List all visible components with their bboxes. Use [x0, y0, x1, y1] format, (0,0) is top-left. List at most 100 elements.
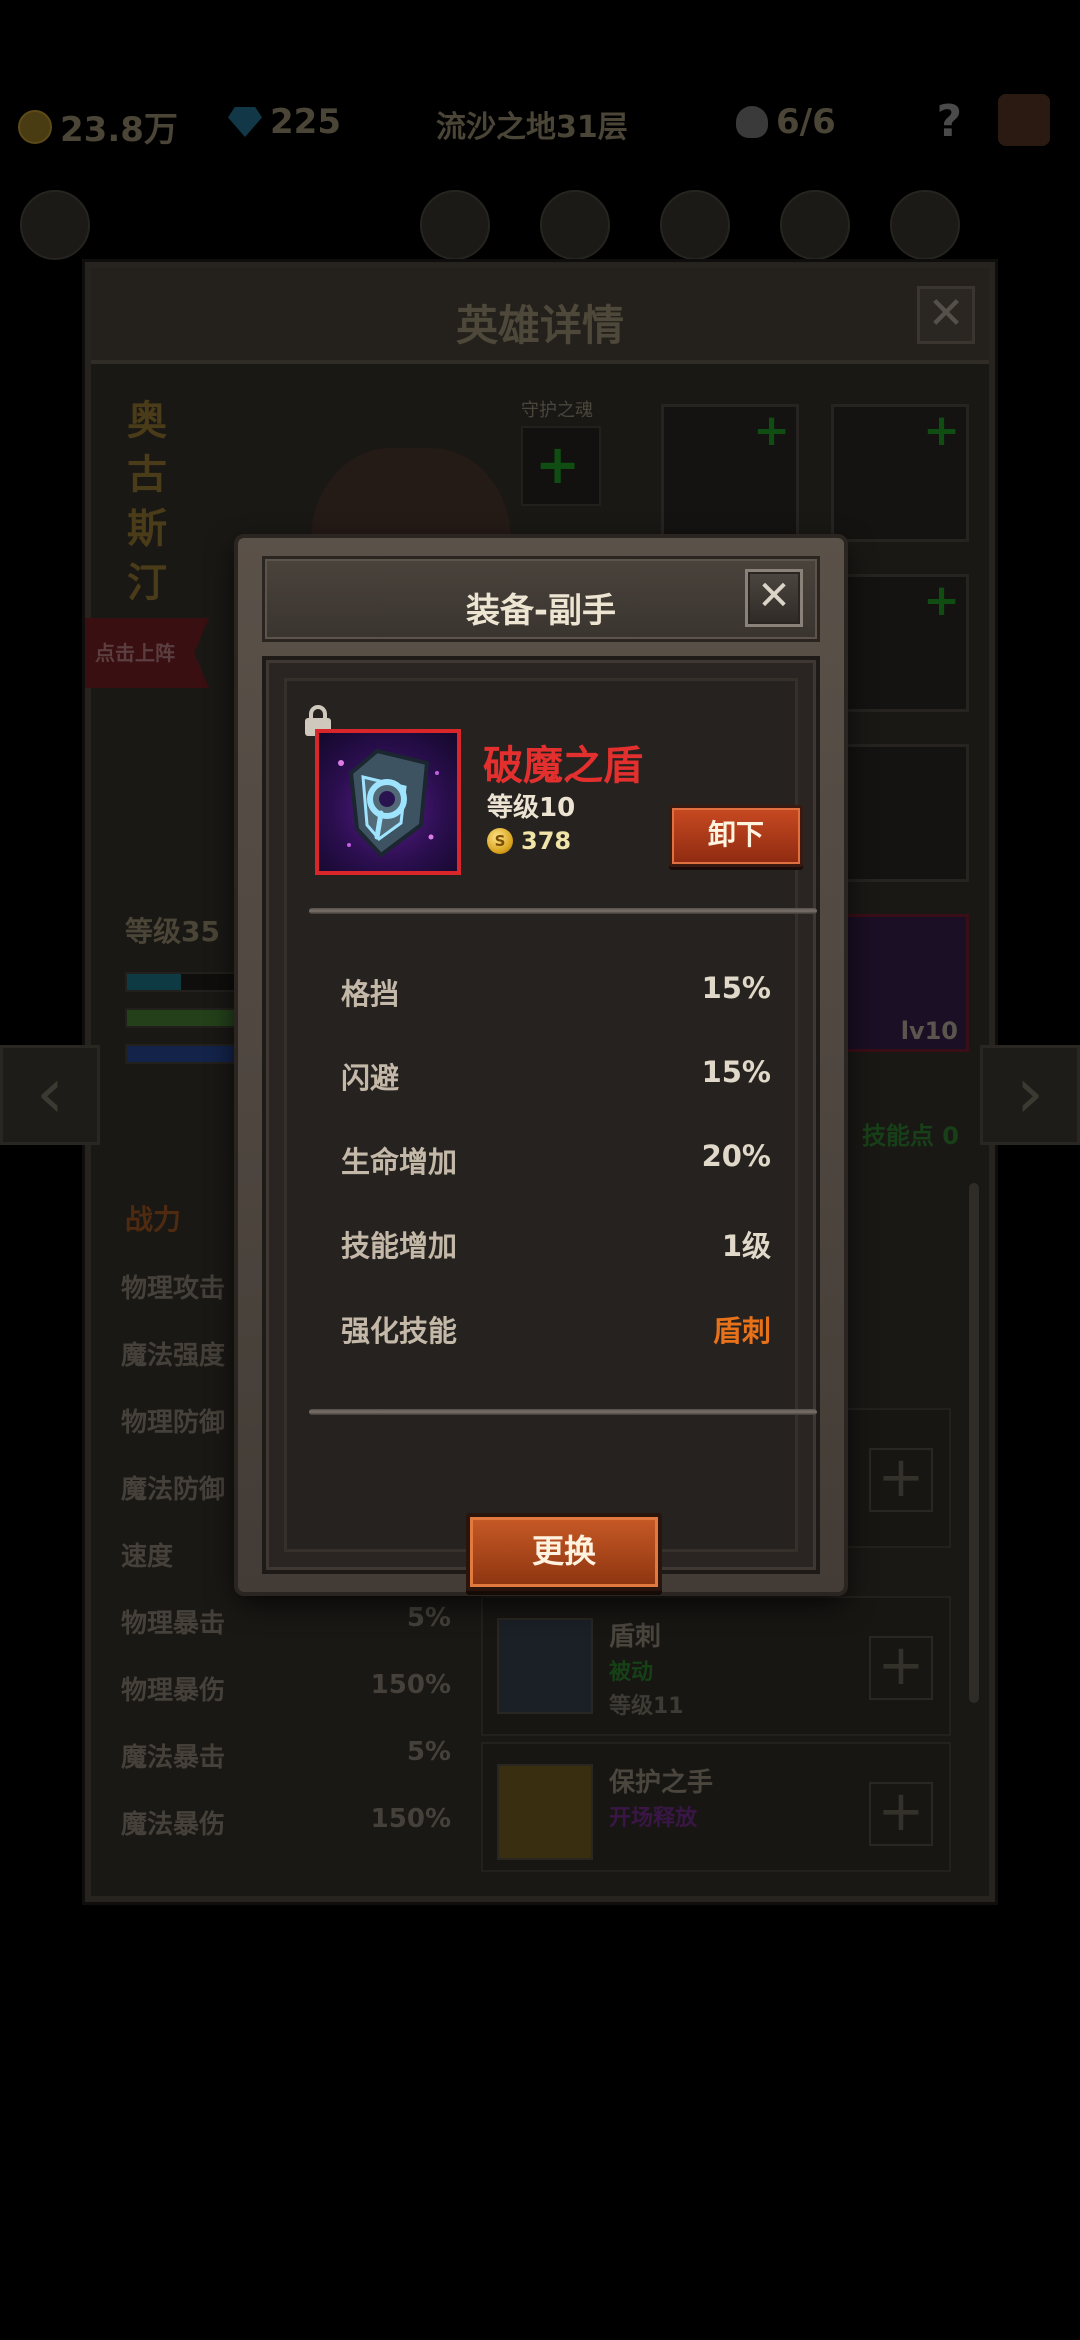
add-icon: +: [923, 575, 960, 626]
hero-avatar[interactable]: [420, 190, 490, 260]
hero-avatar[interactable]: [890, 190, 960, 260]
item-price-value: 378: [521, 827, 572, 855]
help-icon[interactable]: ?: [936, 96, 962, 147]
gem-amount: 225: [270, 102, 341, 142]
unequip-button[interactable]: 卸下: [669, 805, 803, 867]
hero-avatar-strip: [20, 190, 1040, 260]
dialog-close-button[interactable]: ✕: [745, 569, 803, 627]
next-hero-button[interactable]: ›: [980, 1045, 1080, 1145]
hero-level: 等级35: [125, 915, 220, 948]
gold-amount: 23.8万: [60, 110, 178, 150]
stat-row: 物理暴击 5%: [121, 1603, 451, 1640]
hero-avatar[interactable]: [780, 190, 850, 260]
divider: [309, 908, 817, 914]
skill-card[interactable]: 盾刺 被动 等级11 +: [481, 1596, 951, 1736]
stat-label: 魔法暴伤: [121, 1810, 226, 1840]
top-bar: 23.8万 225 流沙之地31层 6/6 ?: [0, 90, 1080, 160]
skill-type: 被动: [609, 1660, 654, 1685]
corner-menu-icon[interactable]: [998, 94, 1050, 146]
equip-slot[interactable]: [831, 744, 969, 882]
stat-row: 魔法暴击 5%: [121, 1737, 451, 1774]
add-icon: +: [535, 433, 581, 496]
add-icon: +: [753, 405, 790, 456]
add-skill-button[interactable]: +: [869, 1782, 933, 1846]
hero-detail-title: 英雄详情: [455, 301, 624, 350]
shield-item-icon: [338, 748, 439, 858]
attribute-value: 盾刺: [712, 1314, 771, 1348]
stat-value: 150%: [370, 1670, 451, 1700]
attribute-value: 15%: [701, 1055, 771, 1089]
stat-label: 物理暴伤: [121, 1676, 226, 1706]
protect-hand-skill-icon: [497, 1764, 593, 1860]
shield-spike-skill-icon: [497, 1618, 593, 1714]
attribute-value: 1级: [721, 1229, 771, 1263]
gold-counter: 23.8万: [18, 102, 178, 151]
skill-name: 保护之手: [609, 1768, 714, 1798]
stage-name: 流沙之地31层: [436, 110, 628, 145]
dialog-header: 装备-副手 ✕: [262, 556, 820, 642]
stat-label: 物理攻击: [121, 1274, 226, 1304]
hero-name: 奥古斯汀: [127, 398, 167, 606]
equipped-offhand-slot[interactable]: lv10: [831, 914, 969, 1052]
divider: [309, 1409, 817, 1415]
coin-icon: S: [487, 828, 513, 854]
hero-detail-header: 英雄详情 ✕: [91, 268, 989, 364]
dialog-body: 破魔之盾 等级10 S 378 卸下 格挡 15% 闪避 15% 生命增加 20…: [262, 656, 820, 1591]
skill-points: 技能点 0: [861, 1122, 959, 1150]
skull-count: 6/6: [776, 102, 836, 142]
skull-counter: 6/6: [736, 102, 836, 142]
item-icon-frame: [315, 729, 461, 875]
hero-avatar[interactable]: [540, 190, 610, 260]
stat-row: 物理暴伤 150%: [121, 1670, 451, 1707]
dialog-content: 破魔之盾 等级10 S 378 卸下 格挡 15% 闪避 15% 生命增加 20…: [284, 678, 817, 1591]
tap-deploy-ribbon[interactable]: 点击上阵: [85, 618, 209, 688]
add-icon: +: [923, 405, 960, 456]
power-label: 战力: [125, 1203, 182, 1236]
guard-soul-slot[interactable]: +: [521, 426, 601, 506]
gem-counter: 225: [228, 102, 341, 142]
attribute-row: 格挡 15%: [341, 971, 771, 1011]
attribute-row: 生命增加 20%: [341, 1139, 771, 1179]
equip-slot[interactable]: +: [831, 404, 969, 542]
attribute-label: 强化技能: [341, 1314, 458, 1348]
add-skill-button[interactable]: +: [869, 1448, 933, 1512]
equip-slot[interactable]: +: [661, 404, 799, 542]
attribute-label: 格挡: [341, 977, 400, 1011]
stage-label: 流沙之地31层: [436, 102, 628, 146]
guard-soul-label: 守护之魂: [521, 400, 593, 421]
replace-button[interactable]: 更换: [466, 1513, 662, 1591]
skill-name: 盾刺: [609, 1622, 662, 1652]
stat-value: 150%: [370, 1804, 451, 1834]
add-skill-button[interactable]: +: [869, 1636, 933, 1700]
equip-slot[interactable]: +: [831, 574, 969, 712]
equipped-level-badge: lv10: [900, 1017, 958, 1045]
skill-list-scrollbar[interactable]: [969, 1183, 979, 1703]
stat-value: 5%: [406, 1603, 451, 1633]
attribute-row: 技能增加 1级: [341, 1223, 771, 1263]
attribute-row: 闪避 15%: [341, 1055, 771, 1095]
stat-label: 物理暴击: [121, 1609, 226, 1639]
skill-type: 开场释放: [609, 1806, 698, 1831]
gem-icon: [228, 107, 262, 137]
stat-row: 魔法暴伤 150%: [121, 1804, 451, 1841]
item-price: S 378: [487, 827, 571, 855]
skill-level: 等级11: [609, 1694, 684, 1719]
item-level: 等级10: [487, 793, 576, 823]
skull-icon: [736, 106, 768, 138]
hero-avatar[interactable]: [660, 190, 730, 260]
stat-label: 魔法暴击: [121, 1743, 226, 1773]
stat-label: 魔法防御: [121, 1475, 226, 1505]
stat-label: 物理防御: [121, 1408, 226, 1438]
hero-detail-close-button[interactable]: ✕: [917, 286, 975, 344]
previous-hero-button[interactable]: ‹: [0, 1045, 100, 1145]
item-name: 破魔之盾: [483, 743, 643, 789]
gold-coin-icon: [18, 109, 52, 144]
hero-avatar[interactable]: [20, 190, 90, 260]
stat-value: 5%: [406, 1737, 451, 1767]
stat-label: 魔法强度: [121, 1341, 226, 1371]
skill-card[interactable]: 保护之手 开场释放 +: [481, 1742, 951, 1872]
equipment-dialog: 装备-副手 ✕ 破魔之盾 等级10 S 378 卸下 格挡 15% 闪避 15%…: [238, 538, 844, 1592]
attribute-label: 闪避: [341, 1061, 400, 1095]
attribute-label: 生命增加: [341, 1145, 458, 1179]
stat-label: 速度: [121, 1542, 174, 1572]
